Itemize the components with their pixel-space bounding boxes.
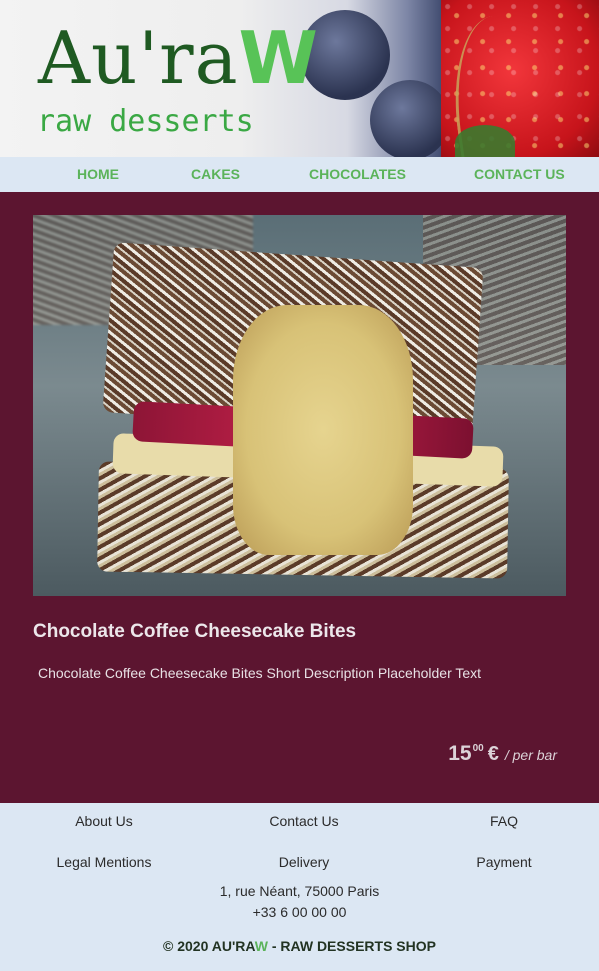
nav-item-chocolates[interactable]: CHOCOLATES xyxy=(309,157,406,192)
footer-link-contact-us[interactable]: Contact Us xyxy=(204,813,404,829)
main-nav: HOME CAKES CHOCOLATES CONTACT US xyxy=(0,157,599,192)
nav-item-contact-us[interactable]: CONTACT US xyxy=(474,157,565,192)
logo-accent: W xyxy=(238,16,319,100)
logo-text: Au'ra xyxy=(38,16,239,100)
copyright-suffix: - RAW DESSERTS SHOP xyxy=(267,938,436,954)
footer-phone: +33 6 00 00 00 xyxy=(252,904,347,920)
footer-link-faq[interactable]: FAQ xyxy=(404,813,599,829)
strawberry-leaf-decoration xyxy=(455,125,515,157)
footer-link-legal-mentions[interactable]: Legal Mentions xyxy=(4,854,204,870)
site-logo[interactable]: Au'raW xyxy=(38,18,319,98)
site-footer: About Us Contact Us FAQ Legal Mentions D… xyxy=(0,803,599,971)
site-header: Au'raW raw desserts xyxy=(0,0,599,157)
copyright-prefix: © 2020 AU'RA xyxy=(163,938,255,954)
blueberry-decoration xyxy=(370,80,450,157)
site-tagline: raw desserts xyxy=(37,104,254,139)
product-description: Chocolate Coffee Cheesecake Bites Short … xyxy=(38,665,482,681)
product-price: 1500 € / per bar xyxy=(448,742,557,766)
footer-link-payment[interactable]: Payment xyxy=(404,854,599,870)
nav-item-cakes[interactable]: CAKES xyxy=(191,157,240,192)
footer-copyright: © 2020 AU'RAW - RAW DESSERTS SHOP xyxy=(0,938,599,954)
footer-link-about-us[interactable]: About Us xyxy=(4,813,204,829)
price-whole: 15 xyxy=(448,742,472,765)
nav-item-home[interactable]: HOME xyxy=(77,157,119,192)
product-section: Chocolate Coffee Cheesecake Bites Chocol… xyxy=(0,192,599,803)
product-title: Chocolate Coffee Cheesecake Bites xyxy=(33,621,357,642)
price-cents: 00 xyxy=(472,743,484,754)
footer-link-delivery[interactable]: Delivery xyxy=(204,854,404,870)
price-currency: € xyxy=(487,743,499,765)
cake-bite-center xyxy=(233,305,413,555)
price-unit: / per bar xyxy=(504,747,557,763)
copyright-accent: W xyxy=(254,938,268,954)
product-image xyxy=(33,215,566,596)
footer-address: 1, rue Néant, 75000 Paris xyxy=(219,883,380,899)
